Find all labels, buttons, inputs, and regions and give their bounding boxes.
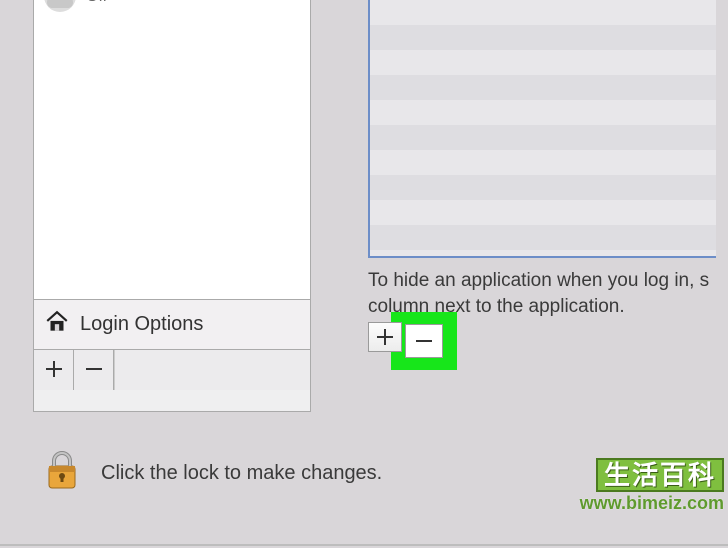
- watermark-url: www.bimeiz.com: [580, 494, 724, 512]
- minus-icon: [86, 361, 102, 377]
- lock-message: Click the lock to make changes.: [101, 462, 382, 485]
- sidebar-spacer: [114, 350, 310, 390]
- plus-icon: [46, 361, 62, 377]
- remove-login-item-button[interactable]: [405, 324, 443, 358]
- bottom-rule: [0, 544, 728, 546]
- login-items-list[interactable]: [368, 0, 716, 258]
- user-status-label: Off: [86, 0, 107, 6]
- login-items-buttons: [368, 322, 402, 352]
- users-sidebar: Off Login Options: [33, 0, 311, 412]
- add-login-item-button[interactable]: [368, 322, 402, 352]
- hint-line-1: To hide an application when you log in, …: [368, 270, 709, 291]
- house-icon: [44, 309, 70, 341]
- lock-row: Click the lock to make changes.: [45, 450, 382, 496]
- sidebar-buttons: [34, 350, 310, 390]
- list-background-stripes: [370, 0, 716, 256]
- watermark: 生活百科 www.bimeiz.com: [580, 458, 724, 512]
- user-row[interactable]: Off: [34, 0, 310, 24]
- add-user-button[interactable]: [34, 350, 74, 390]
- login-options-row[interactable]: Login Options: [34, 300, 310, 350]
- minus-icon: [416, 333, 432, 349]
- plus-icon: [377, 329, 393, 345]
- user-list[interactable]: Off: [34, 0, 310, 300]
- remove-user-button[interactable]: [74, 350, 114, 390]
- lock-icon[interactable]: [45, 450, 79, 496]
- login-options-label: Login Options: [80, 313, 203, 336]
- avatar: [44, 0, 76, 12]
- watermark-title: 生活百科: [596, 458, 724, 492]
